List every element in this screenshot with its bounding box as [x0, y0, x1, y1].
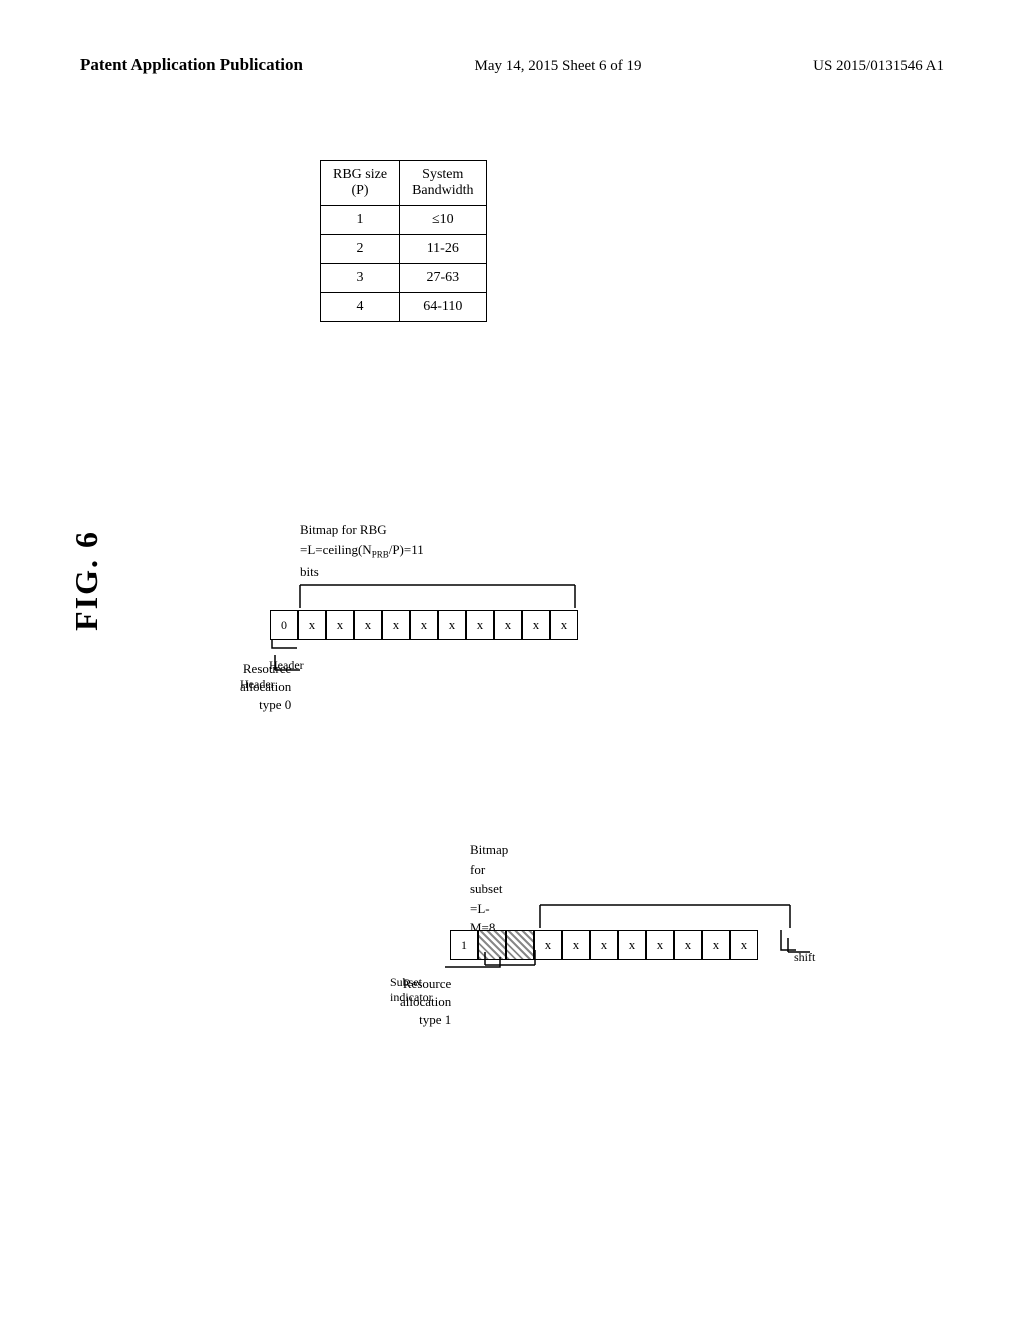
cell-t1-5: x — [646, 930, 674, 960]
diagram-svg: Header — [220, 490, 1000, 1240]
rbg-size-table: RBG size (P) System Bandwidth 1≤10211-26… — [320, 160, 487, 322]
hatched-cell-2 — [506, 930, 534, 960]
header-cell-container: 0 — [270, 610, 298, 640]
header-center: May 14, 2015 Sheet 6 of 19 — [474, 58, 641, 75]
header-left: Patent Application Publication — [80, 55, 303, 75]
header-right: US 2015/0131546 A1 — [813, 58, 944, 75]
cell-t1-4: x — [618, 930, 646, 960]
cell-t1-1: x — [534, 930, 562, 960]
cell-t1-3: x — [590, 930, 618, 960]
cell-5: x — [410, 610, 438, 640]
ra-type0-label: Resource allocation type 0 — [240, 660, 291, 715]
cell-3: x — [354, 610, 382, 640]
rbg-size-cell: 1 — [321, 206, 400, 235]
cell-8: x — [494, 610, 522, 640]
cell-6: x — [438, 610, 466, 640]
rbg-table-section: RBG size (P) System Bandwidth 1≤10211-26… — [320, 160, 487, 322]
cells-type1: 1 x x x x x x x x — [450, 930, 758, 960]
cell-4: x — [382, 610, 410, 640]
cell-t1-6: x — [674, 930, 702, 960]
cells-type0: 0 x x x x x x x x x x — [270, 610, 578, 640]
diagram-section: Bitmap for RBG =L=ceiling(NPRB/P)=11 bit… — [220, 490, 1000, 1240]
table-row: 1≤10 — [321, 206, 487, 235]
fig-label: FIG. 6 — [68, 530, 105, 631]
table-row: 464-110 — [321, 293, 487, 322]
bitmap-label-type0: Bitmap for RBG =L=ceiling(NPRB/P)=11 bit… — [300, 520, 424, 581]
header-cell-type1: 1 — [450, 930, 478, 960]
cell-7: x — [466, 610, 494, 640]
cell-t1-8: x — [730, 930, 758, 960]
cell-t1-2: x — [562, 930, 590, 960]
rbg-size-cell: 3 — [321, 264, 400, 293]
col-rbg-header: RBG size (P) — [321, 161, 400, 206]
bandwidth-cell: 11-26 — [400, 235, 486, 264]
bandwidth-cell: 27-63 — [400, 264, 486, 293]
table-row: 327-63 — [321, 264, 487, 293]
rbg-size-cell: 4 — [321, 293, 400, 322]
rbg-size-cell: 2 — [321, 235, 400, 264]
bandwidth-cell: 64-110 — [400, 293, 486, 322]
cell-10: x — [550, 610, 578, 640]
hatched-cell-1 — [478, 930, 506, 960]
header-cell: 0 — [270, 610, 298, 640]
ra-type1-label: Resource allocation type 1 — [400, 975, 451, 1030]
cell-t1-7: x — [702, 930, 730, 960]
table-row: 211-26 — [321, 235, 487, 264]
col-bandwidth-header: System Bandwidth — [400, 161, 486, 206]
cell-1: x — [298, 610, 326, 640]
cell-9: x — [522, 610, 550, 640]
page-header: Patent Application Publication May 14, 2… — [0, 55, 1024, 75]
bandwidth-cell: ≤10 — [400, 206, 486, 235]
cell-2: x — [326, 610, 354, 640]
